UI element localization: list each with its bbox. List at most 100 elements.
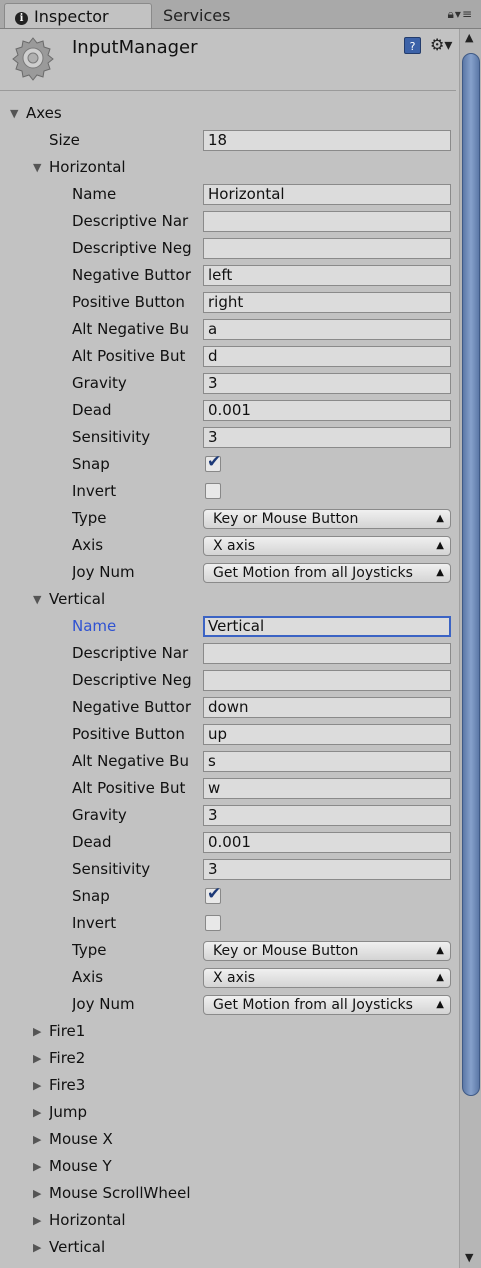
lock-icon[interactable]: 🔒︎ [448,7,455,21]
alt-negative-button-label: Alt Negative Bu [72,320,189,338]
fire1-foldout[interactable]: ▶ Fire1 [0,1018,456,1045]
checkmark-icon: ✔ [207,884,222,904]
tab-services-label: Services [163,6,231,25]
descriptive-negative-name-field[interactable] [203,670,451,691]
collapsed-axis-label: Mouse ScrollWheel [49,1184,191,1202]
sensitivity-label: Sensitivity [72,428,151,446]
dead-field[interactable]: 0.001 [203,400,451,421]
scroll-down-arrow-icon[interactable]: ▼ [465,1251,473,1264]
mouse-scrollwheel-foldout[interactable]: ▶ Mouse ScrollWheel [0,1180,456,1207]
snap-checkbox[interactable]: ✔ [205,452,221,472]
settings-gear-icon[interactable]: ⚙▾ [430,35,452,54]
h-descriptive-name-row: Descriptive Nar [0,208,456,235]
descriptive-name-label: Descriptive Nar [72,644,189,662]
vertical-2-foldout[interactable]: ▶ Vertical [0,1234,456,1261]
triangle-right-icon[interactable]: ▶ [33,1018,41,1045]
h-negative-button-row: Negative Buttor left [0,262,456,289]
descriptive-name-field[interactable] [203,211,451,232]
horizontal-foldout[interactable]: ▼ Horizontal [0,154,456,181]
descriptive-name-field[interactable] [203,643,451,664]
dead-field[interactable]: 0.001 [203,832,451,853]
negative-button-field[interactable]: left [203,265,451,286]
dead-label: Dead [72,833,112,851]
h-alt-positive-row: Alt Positive But d [0,343,456,370]
tab-services[interactable]: Services [163,3,230,28]
positive-button-label: Positive Button [72,293,185,311]
gravity-field[interactable]: 3 [203,373,451,394]
name-label: Name [72,617,117,635]
vertical-scrollbar[interactable]: ▲ ▼ [459,29,481,1268]
type-dropdown-value: Key or Mouse Button [213,943,359,959]
alt-negative-button-field[interactable]: a [203,319,451,340]
invert-checkbox[interactable] [205,483,221,499]
axis-dropdown[interactable]: X axis ▲︎ [203,968,451,988]
triangle-right-icon[interactable]: ▶ [33,1207,41,1234]
mouse-x-foldout[interactable]: ▶ Mouse X [0,1126,456,1153]
gear-icon [12,37,54,81]
v-descriptive-name-row: Descriptive Nar [0,640,456,667]
triangle-right-icon[interactable]: ▶ [33,1180,41,1207]
jump-foldout[interactable]: ▶ Jump [0,1099,456,1126]
positive-button-field[interactable]: up [203,724,451,745]
alt-positive-button-field[interactable]: d [203,346,451,367]
triangle-right-icon[interactable]: ▶ [33,1072,41,1099]
axis-dropdown-value: X axis [213,538,256,554]
joy-num-dropdown[interactable]: Get Motion from all Joysticks ▲︎ [203,995,451,1015]
triangle-down-icon[interactable]: ▼ [33,586,41,613]
v-axis-row: Axis X axis ▲︎ [0,964,456,991]
size-field[interactable]: 18 [203,130,451,151]
component-header: InputManager ? ⚙▾ [0,29,456,91]
axis-dropdown[interactable]: X axis ▲︎ [203,536,451,556]
name-field[interactable]: Vertical [203,616,451,637]
positive-button-field[interactable]: right [203,292,451,313]
sensitivity-field[interactable]: 3 [203,427,451,448]
gravity-field[interactable]: 3 [203,805,451,826]
mouse-y-foldout[interactable]: ▶ Mouse Y [0,1153,456,1180]
sensitivity-label: Sensitivity [72,860,151,878]
alt-negative-button-field[interactable]: s [203,751,451,772]
type-dropdown[interactable]: Key or Mouse Button ▲︎ [203,941,451,961]
triangle-right-icon[interactable]: ▶ [33,1126,41,1153]
descriptive-negative-name-field[interactable] [203,238,451,259]
triangle-right-icon[interactable]: ▶ [33,1045,41,1072]
axes-foldout[interactable]: ▼ Axes [0,100,456,127]
joy-num-label: Joy Num [72,995,135,1013]
negative-button-field[interactable]: down [203,697,451,718]
h-positive-button-row: Positive Button right [0,289,456,316]
v-sensitivity-row: Sensitivity 3 [0,856,456,883]
snap-checkbox[interactable]: ✔ [205,884,221,904]
gravity-label: Gravity [72,374,127,392]
joy-num-dropdown-value: Get Motion from all Joysticks [213,565,413,581]
triangle-down-icon[interactable]: ▼ [10,100,18,127]
fire3-foldout[interactable]: ▶ Fire3 [0,1072,456,1099]
alt-positive-button-field[interactable]: w [203,778,451,799]
horizontal-2-foldout[interactable]: ▶ Horizontal [0,1207,456,1234]
updown-arrows-icon: ▲︎ [436,513,444,524]
joy-num-dropdown[interactable]: Get Motion from all Joysticks ▲︎ [203,563,451,583]
scroll-up-arrow-icon[interactable]: ▲ [465,31,473,44]
checkmark-icon: ✔ [207,452,222,472]
invert-checkbox[interactable] [205,915,221,931]
name-field[interactable]: Horizontal [203,184,451,205]
type-label: Type [72,509,107,527]
sensitivity-field[interactable]: 3 [203,859,451,880]
triangle-right-icon[interactable]: ▶ [33,1234,41,1261]
tab-inspector[interactable]: i Inspector [4,3,152,28]
v-name-row: Name Vertical [0,613,456,640]
h-dead-row: Dead 0.001 [0,397,456,424]
help-icon[interactable]: ? [404,37,421,54]
v-snap-row: Snap ✔ [0,883,456,910]
triangle-down-icon[interactable]: ▼ [33,154,41,181]
scrollbar-thumb[interactable] [462,53,480,1096]
triangle-right-icon[interactable]: ▶ [33,1153,41,1180]
type-dropdown[interactable]: Key or Mouse Button ▲︎ [203,509,451,529]
vertical-foldout[interactable]: ▼ Vertical [0,586,456,613]
triangle-right-icon[interactable]: ▶ [33,1099,41,1126]
fire2-foldout[interactable]: ▶ Fire2 [0,1045,456,1072]
menu-icon[interactable]: ▾≡ [455,7,473,21]
updown-arrows-icon: ▲︎ [436,567,444,578]
size-row: Size 18 [0,127,456,154]
descriptive-negative-name-label: Descriptive Neg [72,671,192,689]
v-type-row: Type Key or Mouse Button ▲︎ [0,937,456,964]
axis-label: Axis [72,968,104,986]
